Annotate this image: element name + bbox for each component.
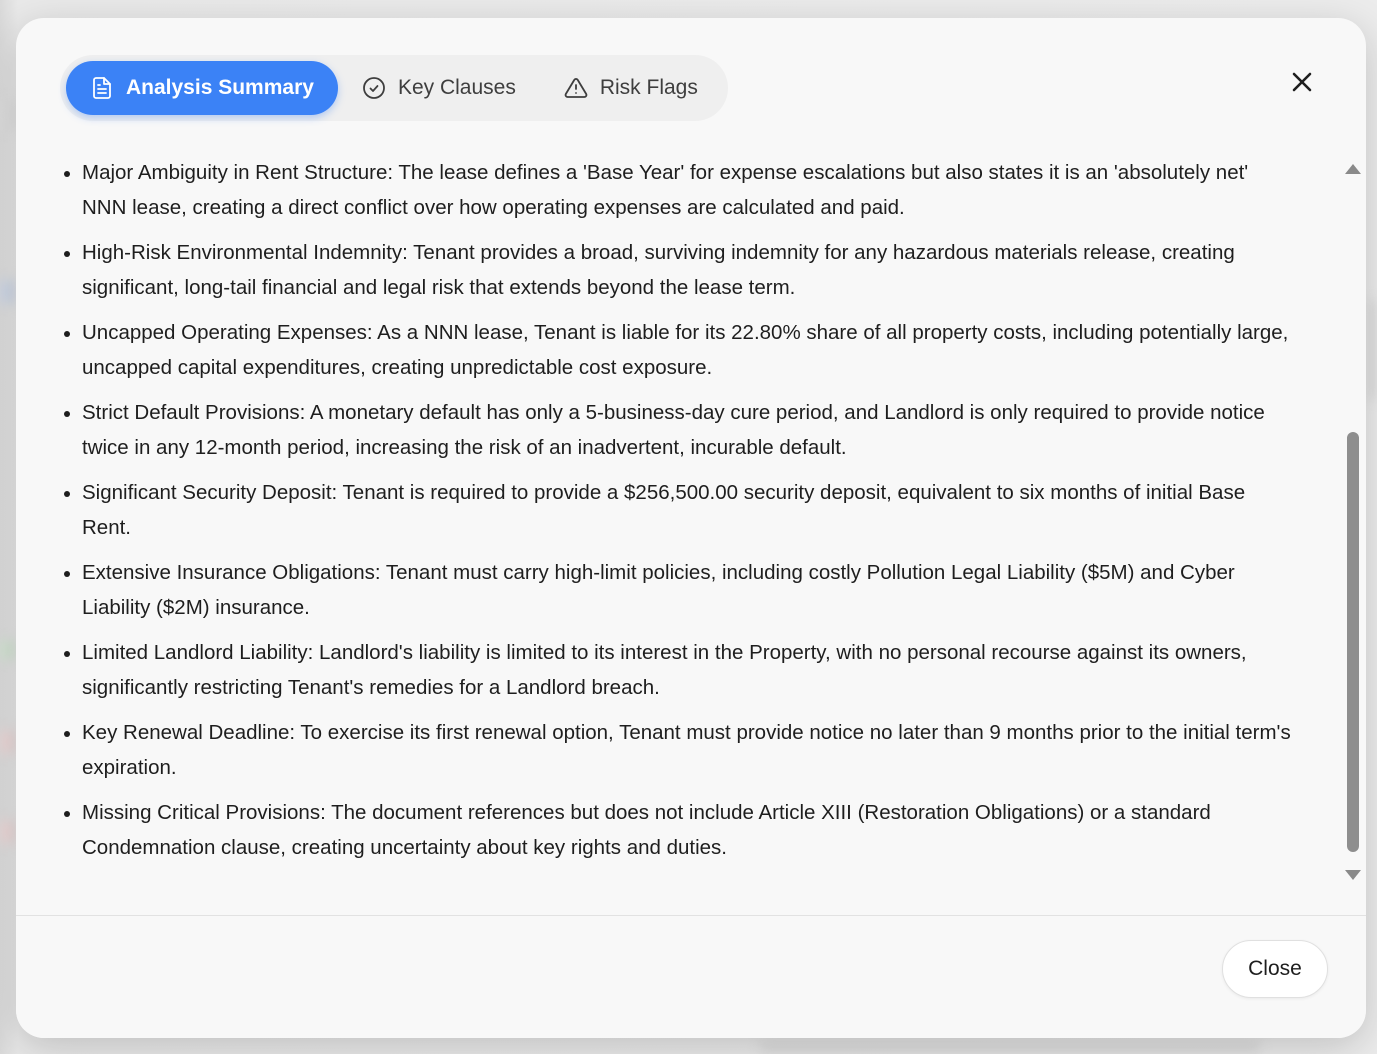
modal-footer: Close (16, 915, 1366, 1038)
background-fragment (1366, 300, 1377, 400)
list-item: Strict Default Provisions: A monetary de… (64, 396, 1346, 465)
list-item: Major Ambiguity in Rent Structure: The l… (64, 156, 1346, 225)
tab-risk-flags[interactable]: Risk Flags (540, 61, 722, 115)
summary-content: Major Ambiguity in Rent Structure: The l… (16, 156, 1346, 896)
tab-key-clauses[interactable]: Key Clauses (338, 61, 540, 115)
scroll-up-arrow-icon[interactable] (1345, 164, 1361, 174)
list-item: Uncapped Operating Expenses: As a NNN le… (64, 316, 1346, 385)
tab-label: Key Clauses (397, 76, 516, 99)
background-fragment (760, 1040, 1260, 1054)
tab-analysis-summary[interactable]: Analysis Summary (66, 61, 338, 115)
scrollbar-thumb[interactable] (1347, 432, 1359, 852)
background-fragment (0, 640, 14, 660)
tab-label: Risk Flags (599, 76, 698, 99)
document-icon (90, 76, 114, 100)
list-item: Key Renewal Deadline: To exercise its fi… (64, 716, 1346, 785)
background-fragment (0, 100, 14, 130)
background-fragment (0, 820, 14, 844)
warning-triangle-icon (564, 76, 588, 100)
tab-label: Analysis Summary (126, 76, 314, 99)
close-icon[interactable] (1288, 68, 1316, 96)
analysis-modal: Analysis Summary Key Clauses Risk Flags (16, 18, 1366, 1038)
list-item: Limited Landlord Liability: Landlord's l… (64, 636, 1346, 705)
list-item: Missing Critical Provisions: The documen… (64, 796, 1346, 865)
check-circle-icon (362, 76, 386, 100)
scroll-down-arrow-icon[interactable] (1345, 870, 1361, 880)
background-fragment (0, 730, 14, 754)
close-button[interactable]: Close (1222, 940, 1328, 998)
scrollbar[interactable] (1344, 160, 1362, 880)
summary-list: Major Ambiguity in Rent Structure: The l… (16, 156, 1346, 865)
list-item: High-Risk Environmental Indemnity: Tenan… (64, 236, 1346, 305)
list-item: Extensive Insurance Obligations: Tenant … (64, 556, 1346, 625)
tab-bar: Analysis Summary Key Clauses Risk Flags (60, 55, 728, 121)
list-item: Significant Security Deposit: Tenant is … (64, 476, 1346, 545)
background-fragment (0, 280, 14, 304)
